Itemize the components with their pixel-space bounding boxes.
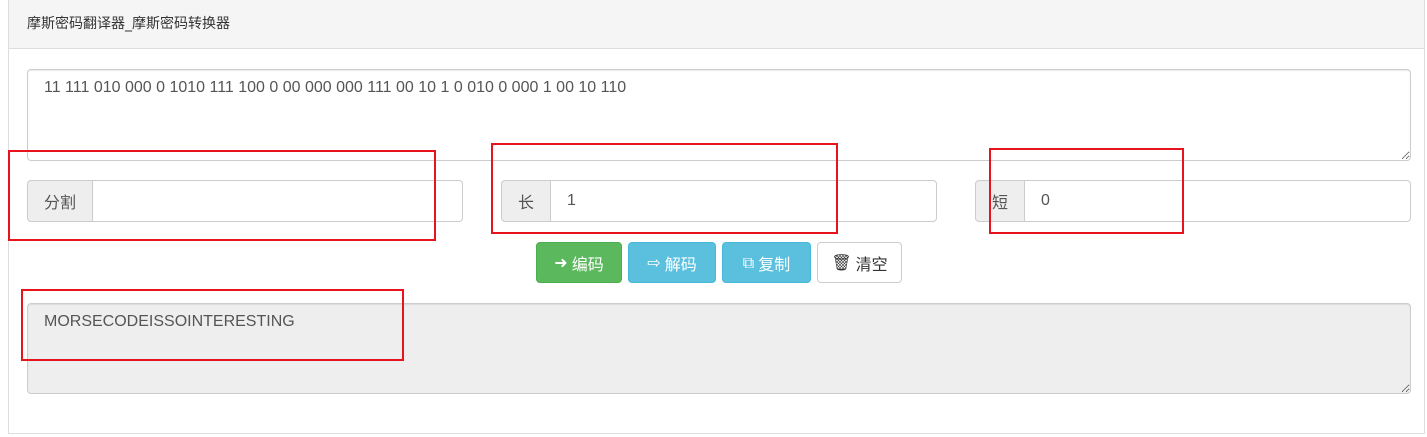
encode-button[interactable]: ➜ 编码: [536, 242, 622, 283]
split-input[interactable]: [93, 180, 463, 222]
morse-panel: 摩斯密码翻译器_摩斯密码转换器 11 111 010 000 0 1010 11…: [8, 0, 1425, 434]
split-label: 分割: [27, 180, 93, 222]
sign-out-icon: ⇨: [647, 253, 661, 272]
copy-icon: ⧉: [742, 252, 755, 272]
short-group: 短: [975, 180, 1411, 222]
output-text[interactable]: MORSECODEISSOINTERESTING: [27, 303, 1411, 394]
sign-in-icon: ➜: [554, 253, 568, 272]
split-group: 分割: [27, 180, 463, 222]
copy-button[interactable]: ⧉ 复制: [722, 242, 811, 283]
short-label: 短: [975, 180, 1025, 222]
long-input[interactable]: [551, 180, 937, 222]
trash-icon: 🗑: [831, 253, 852, 272]
clear-button[interactable]: 🗑 清空: [817, 242, 902, 283]
morse-input[interactable]: 11 111 010 000 0 1010 111 100 0 00 000 0…: [27, 69, 1411, 161]
short-input[interactable]: [1025, 180, 1411, 222]
page-title: 摩斯密码翻译器_摩斯密码转换器: [9, 0, 1424, 49]
long-group: 长: [501, 180, 937, 222]
decode-button[interactable]: ⇨ 解码: [628, 242, 716, 283]
long-label: 长: [501, 180, 551, 222]
